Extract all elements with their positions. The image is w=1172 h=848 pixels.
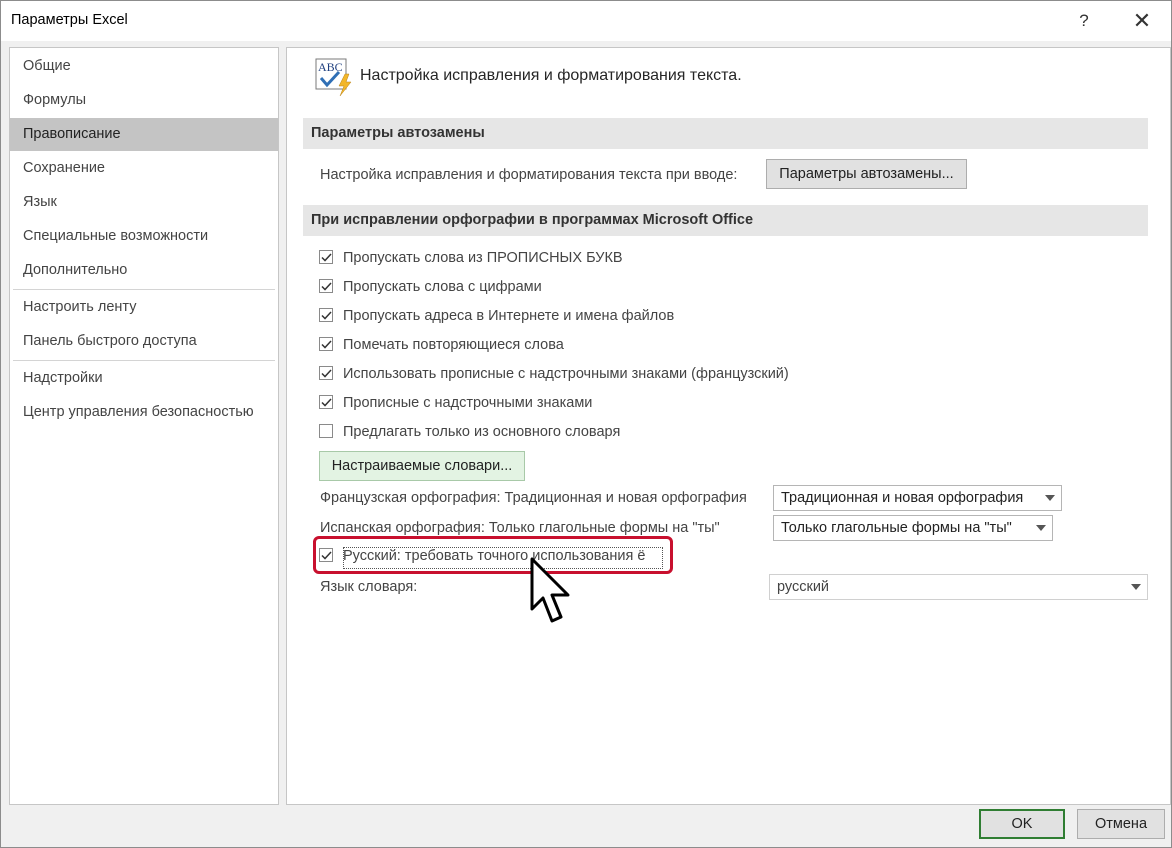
focus-rectangle xyxy=(343,547,663,569)
dictionary-language-select[interactable]: русский xyxy=(769,574,1148,600)
checkbox-label: Пропускать адреса в Интернете и имена фа… xyxy=(343,308,675,324)
dictionary-language-value: русский xyxy=(777,579,830,595)
close-icon[interactable]: ✕ xyxy=(1127,7,1157,35)
checkbox-box[interactable] xyxy=(319,250,333,264)
checkbox-box[interactable] xyxy=(319,337,333,351)
sidebar-item-language[interactable]: Язык xyxy=(10,186,278,219)
spanish-modes-select[interactable]: Только глагольные формы на "ты" xyxy=(773,515,1053,541)
sidebar-item-general[interactable]: Общие xyxy=(10,50,278,83)
autocorrect-section-title: Параметры автозамены xyxy=(303,118,1148,149)
cancel-button[interactable]: Отмена xyxy=(1077,809,1165,839)
checkbox-label: Пропускать слова из ПРОПИСНЫХ БУКВ xyxy=(343,250,623,266)
french-modes-label: Французская орфография: Традиционная и н… xyxy=(320,490,747,506)
sidebar-item-customize-ribbon[interactable]: Настроить ленту xyxy=(10,291,278,324)
sidebar-item-save[interactable]: Сохранение xyxy=(10,152,278,185)
sidebar-divider xyxy=(13,360,275,361)
checkbox-box[interactable] xyxy=(319,308,333,322)
checkbox-label: Предлагать только из основного словаря xyxy=(343,424,621,440)
help-icon[interactable]: ? xyxy=(1069,7,1099,35)
spelling-section-title: При исправлении орфографии в программах … xyxy=(303,205,1148,236)
proofing-panel: ABC Настройка исправления и форматирован… xyxy=(286,47,1171,805)
french-modes-select[interactable]: Традиционная и новая орфография xyxy=(773,485,1062,511)
autocorrect-label: Настройка исправления и форматирования т… xyxy=(320,167,738,183)
mouse-pointer-icon xyxy=(530,557,570,623)
chevron-down-icon xyxy=(1131,584,1141,590)
checkbox-box[interactable] xyxy=(319,279,333,293)
checkbox-box[interactable] xyxy=(319,366,333,380)
autocorrect-options-button[interactable]: Параметры автозамены... xyxy=(766,159,967,189)
sidebar-item-advanced[interactable]: Дополнительно xyxy=(10,254,278,287)
french-modes-value: Традиционная и новая орфография xyxy=(781,490,1024,506)
checkbox-label: Помечать повторяющиеся слова xyxy=(343,337,564,353)
spanish-modes-label: Испанская орфография: Только глагольные … xyxy=(320,520,720,536)
sidebar-item-addins[interactable]: Надстройки xyxy=(10,362,278,395)
chevron-down-icon xyxy=(1045,495,1055,501)
sidebar-item-quick-access[interactable]: Панель быстрого доступа xyxy=(10,325,278,358)
sidebar-item-accessibility[interactable]: Специальные возможности xyxy=(10,220,278,253)
checkbox-box[interactable] xyxy=(319,395,333,409)
sidebar-item-proofing[interactable]: Правописание xyxy=(10,118,278,151)
excel-options-dialog: Параметры Excel ? ✕ Общие Формулы Правоп… xyxy=(0,0,1172,848)
title-bar: Параметры Excel ? ✕ xyxy=(1,1,1171,41)
options-sidebar: Общие Формулы Правописание Сохранение Яз… xyxy=(9,47,279,805)
abc-icon-text: ABC xyxy=(318,60,343,74)
checkbox-box[interactable] xyxy=(319,424,333,438)
custom-dictionaries-button[interactable]: Настраиваемые словари... xyxy=(319,451,525,481)
dictionary-language-label: Язык словаря: xyxy=(320,579,418,595)
checkbox-label: Прописные с надстрочными знаками xyxy=(343,395,593,411)
ok-button[interactable]: OK xyxy=(979,809,1065,839)
page-header: Настройка исправления и форматирования т… xyxy=(360,67,742,84)
sidebar-divider xyxy=(13,289,275,290)
sidebar-item-formulas[interactable]: Формулы xyxy=(10,84,278,117)
checkbox-label: Пропускать слова с цифрами xyxy=(343,279,542,295)
abc-check-icon: ABC xyxy=(315,58,355,98)
chevron-down-icon xyxy=(1036,525,1046,531)
spanish-modes-value: Только глагольные формы на "ты" xyxy=(781,520,1012,536)
checkbox-label: Использовать прописные с надстрочными зн… xyxy=(343,366,789,382)
window-title: Параметры Excel xyxy=(11,12,128,28)
sidebar-item-trust-center[interactable]: Центр управления безопасностью xyxy=(10,396,278,429)
